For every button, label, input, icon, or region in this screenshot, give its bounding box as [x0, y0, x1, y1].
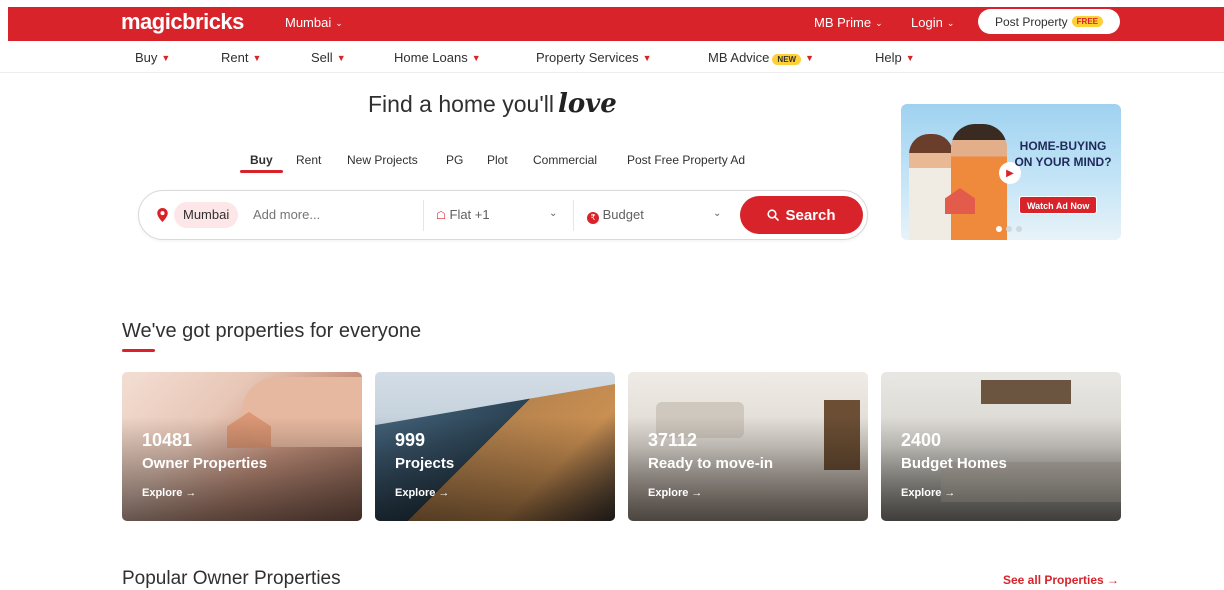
- city-selector[interactable]: Mumbai ⌄: [285, 15, 343, 30]
- nav-item-property-services[interactable]: Property Services ▼: [536, 50, 652, 65]
- chevron-down-icon: ▼: [905, 53, 915, 63]
- search-button-label: Search: [785, 206, 836, 224]
- city-chip[interactable]: Mumbai: [174, 202, 239, 228]
- home-icon: ☖: [436, 210, 446, 222]
- chevron-down-icon: ⌄: [335, 18, 343, 28]
- chevron-down-icon: ▼: [805, 53, 815, 63]
- post-property-label: Post Property: [994, 14, 1068, 29]
- budget-dropdown[interactable]: ₹ Budget: [587, 207, 644, 224]
- divider: [573, 200, 574, 231]
- mb-prime-menu[interactable]: MB Prime ⌄: [814, 15, 883, 30]
- rupee-icon: ₹: [587, 212, 599, 224]
- top-header-bar: magicbricks Mumbai ⌄ MB Prime ⌄ Login ⌄ Pos…: [8, 7, 1224, 41]
- login-menu[interactable]: Login ⌄: [911, 15, 954, 30]
- section-title: We've got properties for everyone: [122, 320, 422, 342]
- tab-rent[interactable]: Rent: [296, 153, 321, 167]
- card-count: 37112: [648, 430, 698, 450]
- location-search-input[interactable]: [253, 207, 403, 222]
- tab-pg[interactable]: PG: [446, 153, 463, 167]
- chevron-down-icon: ⌄: [946, 18, 955, 28]
- post-property-button[interactable]: Post Property FREE: [978, 9, 1120, 34]
- divider: [423, 200, 424, 231]
- nav-item-label: Sell: [311, 50, 333, 65]
- nav-item-label: Rent: [221, 50, 249, 65]
- mb-prime-label: MB Prime: [814, 15, 872, 30]
- chevron-down-icon[interactable]: ⌄: [549, 208, 557, 219]
- card-ready-to-move-in[interactable]: 37112 Ready to move-in Explore →: [628, 372, 868, 521]
- card-budget-homes[interactable]: 2400 Budget Homes Explore →: [881, 372, 1121, 521]
- chevron-down-icon: ▼: [642, 53, 652, 63]
- property-type-value: Flat +1: [449, 207, 490, 222]
- active-tab-indicator: [240, 170, 283, 173]
- budget-value: Budget: [602, 207, 644, 222]
- nav-item-mb-advice[interactable]: MB Advice NEW ▼: [708, 50, 814, 65]
- search-bar: Mumbai ☖ Flat +1 ⌄ ₹ Budget ⌄ Search: [138, 190, 868, 240]
- tab-commercial[interactable]: Commercial: [533, 153, 597, 167]
- hero-title: Find a home you'll love: [368, 89, 617, 119]
- carousel-dots: [996, 226, 1022, 232]
- hero-title-text: Find a home you'll: [368, 91, 554, 117]
- carousel-dot[interactable]: [996, 226, 1002, 232]
- card-label: Owner Properties: [142, 455, 268, 472]
- secondary-nav: Buy ▼ Rent ▼ Sell ▼ Home Loans ▼ Property Se…: [0, 41, 1224, 73]
- carousel-dot[interactable]: [1016, 226, 1022, 232]
- card-count: 2400: [901, 430, 942, 450]
- new-badge: NEW: [772, 54, 802, 65]
- watch-ad-button[interactable]: Watch Ad Now: [1019, 196, 1098, 214]
- search-button[interactable]: Search: [740, 196, 863, 234]
- card-count: 999: [395, 430, 426, 450]
- explore-link[interactable]: Explore →: [142, 487, 196, 499]
- card-count: 10481: [142, 430, 193, 450]
- location-pin-icon: [157, 208, 168, 222]
- nav-item-label: Property Services: [536, 50, 639, 65]
- magicbricks-logo[interactable]: magicbricks: [121, 9, 244, 35]
- chevron-down-icon[interactable]: ⌄: [713, 208, 721, 219]
- carousel-dot[interactable]: [1006, 226, 1012, 232]
- login-label: Login: [911, 15, 943, 30]
- hero-title-script: love: [557, 89, 617, 119]
- ad-person-image: [951, 124, 1007, 240]
- search-icon: [767, 209, 780, 221]
- ad-person-image: [909, 134, 953, 240]
- section-title: Popular Owner Properties: [122, 568, 341, 589]
- tab-buy[interactable]: Buy: [250, 153, 273, 167]
- card-label: Budget Homes: [901, 455, 1007, 472]
- free-badge: FREE: [1071, 16, 1104, 27]
- explore-link[interactable]: Explore →: [648, 487, 702, 499]
- tab-post-free-property-ad[interactable]: Post Free Property Ad: [627, 153, 745, 167]
- tab-plot[interactable]: Plot: [487, 153, 508, 167]
- nav-item-label: Home Loans: [394, 50, 468, 65]
- nav-item-help[interactable]: Help ▼: [875, 50, 915, 65]
- city-selector-label: Mumbai: [285, 15, 332, 30]
- property-type-dropdown[interactable]: ☖ Flat +1: [436, 207, 490, 222]
- card-owner-properties[interactable]: 10481 Owner Properties Explore →: [122, 372, 362, 521]
- card-label: Ready to move-in: [648, 455, 774, 472]
- nav-item-rent[interactable]: Rent ▼: [221, 50, 261, 65]
- card-label: Projects: [395, 455, 455, 472]
- promo-ad-banner[interactable]: ▶ HOME-BUYING ON YOUR MIND? Watch Ad Now: [901, 104, 1121, 240]
- explore-link[interactable]: Explore →: [395, 487, 449, 499]
- explore-link[interactable]: Explore →: [901, 487, 955, 499]
- section-underline: [122, 349, 155, 352]
- ad-headline: HOME-BUYING ON YOUR MIND?: [1014, 139, 1112, 169]
- see-all-properties-link[interactable]: See all Properties →: [1003, 573, 1119, 587]
- nav-item-label: Buy: [135, 50, 158, 65]
- nav-item-label: MB Advice: [708, 50, 770, 65]
- nav-item-buy[interactable]: Buy ▼: [135, 50, 170, 65]
- chevron-down-icon: ▼: [471, 53, 481, 63]
- nav-item-label: Help: [875, 50, 902, 65]
- card-projects[interactable]: 999 Projects Explore →: [375, 372, 615, 521]
- chevron-down-icon: ▼: [161, 53, 171, 63]
- chevron-down-icon: ▼: [336, 53, 346, 63]
- tab-new-projects[interactable]: New Projects: [347, 153, 418, 167]
- nav-item-home-loans[interactable]: Home Loans ▼: [394, 50, 481, 65]
- chevron-down-icon: ⌄: [875, 18, 883, 28]
- chevron-down-icon: ▼: [252, 53, 262, 63]
- nav-item-sell[interactable]: Sell ▼: [311, 50, 346, 65]
